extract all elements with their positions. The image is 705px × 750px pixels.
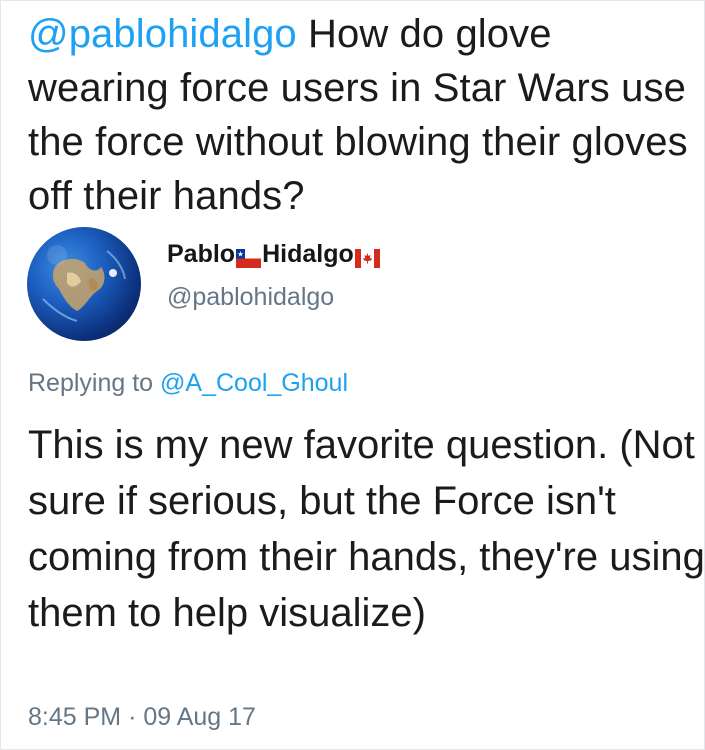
author-header: Pablo Hidalgo @pablohidalgo (27, 227, 687, 341)
display-name-first: Pablo (167, 240, 236, 268)
quoted-mention-link[interactable]: @pablohidalgo (28, 12, 297, 56)
globe-icon (42, 245, 126, 322)
author-handle[interactable]: @pablohidalgo (167, 281, 381, 313)
replying-prefix: Replying to (28, 369, 154, 397)
quoted-tweet-text: @pablohidalgo How do glove wearing force… (28, 7, 698, 223)
display-name[interactable]: Pablo Hidalgo (167, 239, 381, 269)
timestamp-time: 8:45 PM (28, 703, 122, 731)
timestamp-date: 09 Aug 17 (143, 703, 256, 731)
tweet-card: @pablohidalgo How do glove wearing force… (0, 0, 705, 750)
replying-mention-link[interactable]: @A_Cool_Ghoul (160, 369, 348, 397)
canada-flag-icon (354, 245, 380, 268)
author-names: Pablo Hidalgo @pablohidalgo (167, 239, 381, 313)
reply-tweet-text: This is my new favorite question. (Not s… (28, 423, 705, 635)
tweet-timestamp[interactable]: 8:45 PM · 09 Aug 17 (28, 701, 256, 733)
timestamp-separator: · (128, 703, 137, 731)
display-name-last: Hidalgo (262, 240, 354, 268)
avatar[interactable] (27, 227, 141, 341)
replying-to: Replying to @A_Cool_Ghoul (28, 367, 348, 399)
chile-flag-icon (236, 245, 262, 268)
